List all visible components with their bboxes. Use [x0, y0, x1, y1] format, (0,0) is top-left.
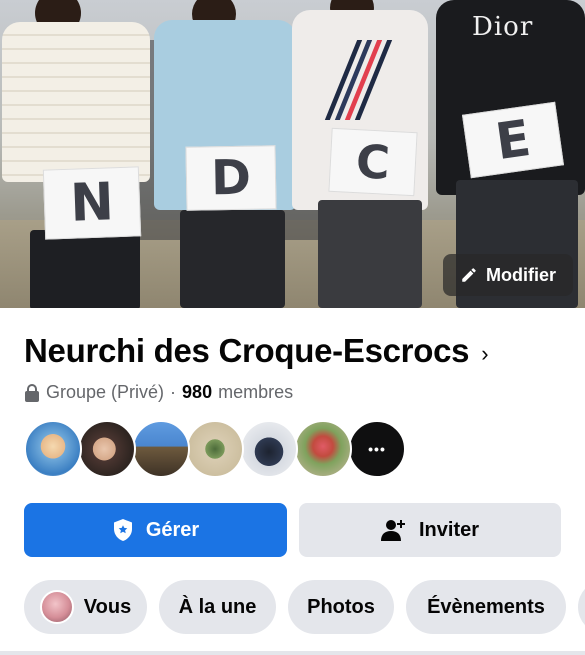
tab-you-label: Vous: [83, 595, 132, 618]
tab-featured-label: À la une: [178, 595, 257, 618]
avatar: [39, 590, 74, 624]
more-members-button[interactable]: •••: [348, 420, 406, 478]
lock-icon: [25, 383, 39, 402]
tab-photos-label: Photos: [307, 595, 375, 618]
cover-sign-n: N: [42, 166, 142, 240]
tab-photos[interactable]: Photos: [288, 580, 394, 634]
member-avatar-4[interactable]: [186, 420, 244, 478]
add-person-icon: [380, 520, 405, 541]
tab-featured[interactable]: À la une: [159, 580, 276, 634]
group-name: Neurchi des Croque-Escrocs: [24, 332, 470, 369]
more-dots-icon: •••: [368, 441, 386, 457]
cover-sign-c: C: [328, 127, 418, 197]
tab-you[interactable]: Vous: [24, 580, 147, 634]
cover-sign-d: D: [185, 145, 277, 211]
member-avatar-5[interactable]: [240, 420, 298, 478]
member-avatar-3[interactable]: [132, 420, 190, 478]
tab-next-partial[interactable]: [578, 580, 585, 634]
pencil-icon: [462, 268, 476, 282]
group-privacy: Groupe (Privé): [46, 382, 165, 402]
cover-photo[interactable]: Dior N D C E Modifier: [0, 0, 585, 308]
shield-icon: [113, 519, 132, 541]
member-avatar-2[interactable]: [78, 420, 136, 478]
manage-label: Gérer: [145, 518, 200, 541]
group-meta: Groupe (Privé) · 980 membres: [24, 382, 293, 403]
cover-person-1: [0, 0, 150, 308]
tab-events[interactable]: Évènements: [406, 580, 566, 634]
cover-sign-e: E: [462, 101, 564, 179]
member-count: 980: [182, 382, 213, 402]
member-label: membres: [218, 382, 294, 402]
group-tabs: Vous À la une Photos Évènements: [24, 580, 585, 634]
chevron-right-icon: ›: [481, 341, 489, 366]
edit-cover-label: Modifier: [486, 264, 556, 285]
tab-events-label: Évènements: [427, 595, 545, 618]
member-avatar-6[interactable]: [294, 420, 352, 478]
cover-shirt-text: Dior: [472, 12, 534, 42]
divider: [0, 651, 585, 655]
edit-cover-button[interactable]: Modifier: [443, 254, 573, 296]
meta-separator: ·: [170, 382, 177, 402]
manage-button[interactable]: Gérer: [24, 503, 287, 557]
member-avatar-1[interactable]: [24, 420, 82, 478]
group-title-link[interactable]: Neurchi des Croque-Escrocs ›: [24, 332, 489, 370]
invite-label: Inviter: [418, 518, 480, 541]
invite-button[interactable]: Inviter: [299, 503, 561, 557]
